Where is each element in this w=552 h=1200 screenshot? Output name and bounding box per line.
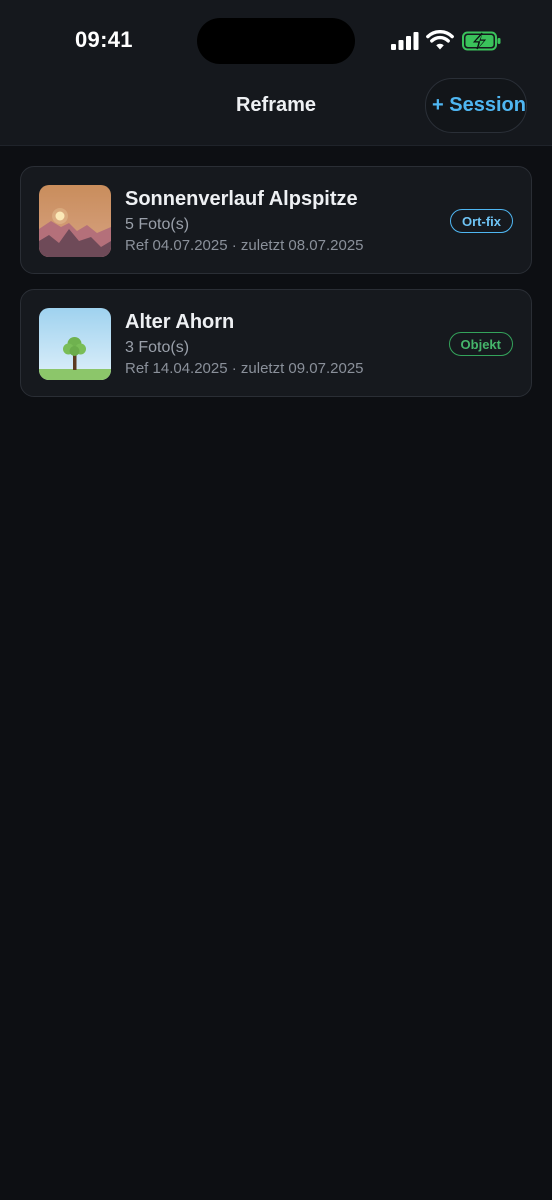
cellular-signal-icon [391,32,419,50]
session-dates: Ref 14.04.2025 · zuletzt 09.07.2025 [125,360,364,377]
add-session-label: + Session [432,94,526,116]
mode-badge: Objekt [448,332,513,356]
session-thumbnail [39,308,111,380]
session-dates: Ref 04.07.2025 · zuletzt 08.07.2025 [125,237,364,254]
dynamic-island [197,18,355,64]
mode-badge: Ort-fix [450,209,513,233]
session-title: Sonnenverlauf Alpspitze [125,188,358,210]
session-title: Alter Ahorn [125,311,235,333]
wifi-icon [426,30,454,50]
session-thumbnail [39,185,111,257]
header: 09:41 Reframe + Session [0,0,552,146]
add-session-button[interactable]: + Session [425,78,527,133]
photo-count: 3 Foto(s) [125,339,190,356]
status-time: 09:41 [75,27,133,52]
photo-count: 5 Foto(s) [125,216,190,233]
battery-charging-icon [462,31,501,51]
session-card[interactable]: Sonnenverlauf Alpspitze 5 Foto(s) Ref 04… [20,166,532,274]
session-card[interactable]: Alter Ahorn 3 Foto(s) Ref 14.04.2025 · z… [20,289,532,397]
